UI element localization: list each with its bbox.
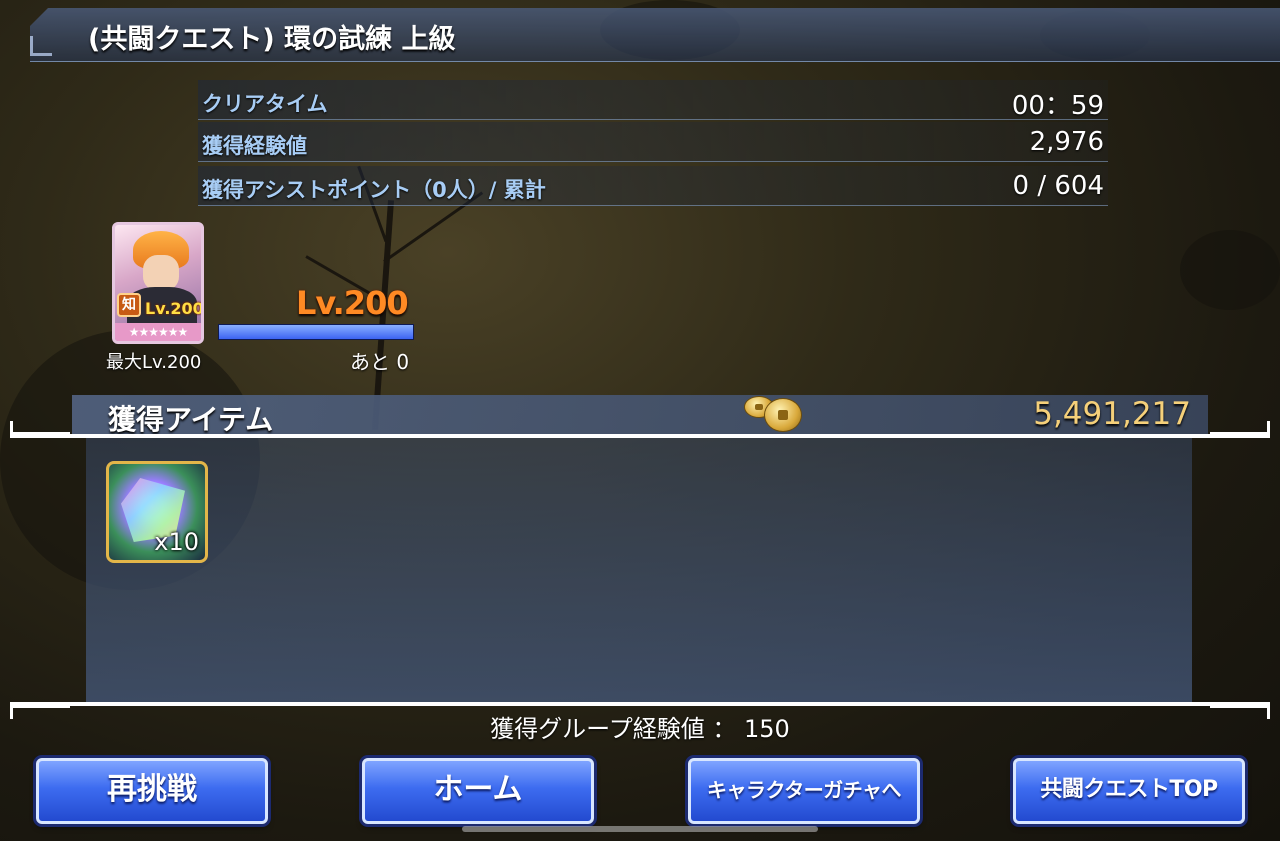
character-gacha-button[interactable]: キャラクターガチャへ	[688, 758, 920, 824]
stat-row-exp: 獲得経験値 2,976	[198, 122, 1108, 162]
item-slot[interactable]: x10	[106, 461, 208, 563]
items-header-label: 獲得アイテム	[108, 403, 274, 436]
frame-hook-left	[10, 421, 70, 435]
max-level-label: 最大Lv.200	[106, 352, 202, 373]
group-exp-label: 獲得グループ経験値 ： 150	[490, 715, 790, 743]
coop-quest-top-button[interactable]: 共闘クエストTOP	[1013, 758, 1245, 824]
card-level: Lv.200	[145, 299, 204, 318]
title-bar-notch	[30, 36, 52, 56]
quest-title: (共闘クエスト) 環の試練 上級	[88, 24, 456, 55]
item-quantity: x10	[154, 528, 199, 556]
character-level: Lv.200	[296, 284, 409, 322]
exp-progress-bar	[218, 324, 414, 340]
frame-divider-bottom	[10, 702, 1270, 706]
coin-total: 5,491,217	[1033, 396, 1191, 432]
stat-label: 獲得経験値	[202, 134, 307, 158]
frame-hook-right	[1210, 421, 1270, 435]
stat-label: 獲得アシストポイント（0人）/ 累計	[202, 178, 546, 202]
exp-progress-fill	[219, 325, 413, 339]
exp-remaining: あと 0	[350, 350, 410, 374]
home-indicator[interactable]	[462, 826, 818, 832]
attribute-icon: 知	[117, 293, 141, 317]
items-panel	[86, 438, 1192, 702]
character-card[interactable]: 知 Lv.200 ★★★★★★	[112, 222, 204, 344]
stat-value: 2,976	[1029, 127, 1104, 157]
stat-row-clear-time: クリアタイム 00：59	[198, 80, 1108, 121]
stat-value: 00：59	[1011, 91, 1104, 121]
retry-button[interactable]: 再挑戦	[36, 758, 268, 824]
character-face	[143, 255, 179, 291]
stat-value: 0 / 604	[1012, 171, 1104, 201]
stat-row-assist-points: 獲得アシストポイント（0人）/ 累計 0 / 604	[198, 166, 1108, 206]
rarity-stars: ★★★★★★	[115, 323, 201, 341]
home-button[interactable]: ホーム	[362, 758, 594, 824]
stat-label: クリアタイム	[202, 92, 328, 116]
